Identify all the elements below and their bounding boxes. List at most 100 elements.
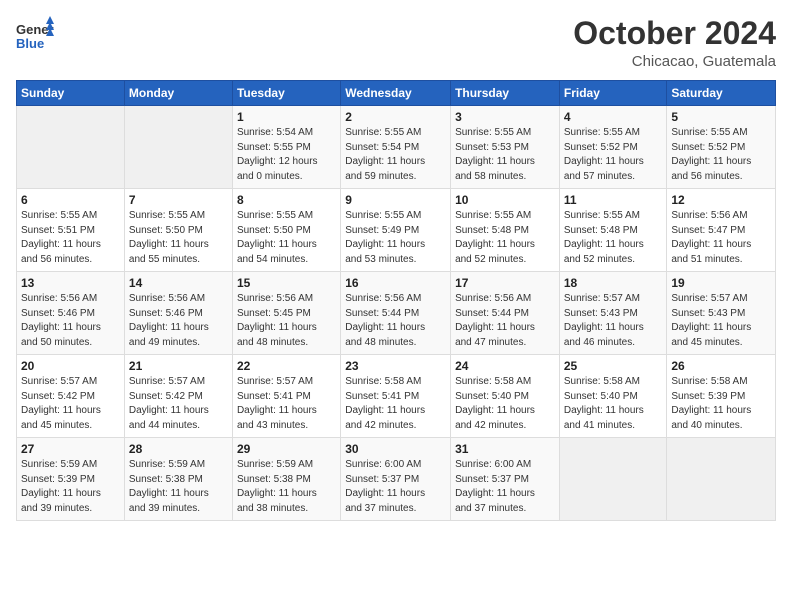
calendar-week-row: 1 Sunrise: 5:54 AM Sunset: 5:55 PM Daylig… — [17, 106, 776, 189]
day-detail: Sunrise: 5:55 AM Sunset: 5:50 PM Dayligh… — [129, 209, 228, 267]
calendar-cell: 31 Sunrise: 6:00 AM Sunset: 5:37 PM Dayli… — [451, 438, 560, 521]
day-detail: Sunrise: 5:55 AM Sunset: 5:52 PM Dayligh… — [671, 126, 771, 184]
day-number: 27 — [21, 442, 120, 456]
calendar-cell: 17Sunrise: 5:56 AM Sunset: 5:44 PM Dayli… — [451, 272, 560, 355]
day-detail: Sunrise: 6:00 AM Sunset: 5:37 PM Dayligh… — [455, 458, 555, 516]
calendar-cell: 13 Sunrise: 5:56 AM Sunset: 5:46 PM Dayli… — [17, 272, 125, 355]
day-detail: Sunrise: 5:58 AM Sunset: 5:40 PM Dayligh… — [564, 375, 663, 433]
calendar-cell: 4 Sunrise: 5:55 AM Sunset: 5:52 PM Daylig… — [559, 106, 667, 189]
calendar-cell: 18Sunrise: 5:57 AM Sunset: 5:43 PM Dayli… — [559, 272, 667, 355]
calendar-cell: 15 Sunrise: 5:56 AM Sunset: 5:45 PM Dayli… — [232, 272, 340, 355]
day-detail: Sunrise: 5:58 AM Sunset: 5:39 PM Dayligh… — [671, 375, 771, 433]
calendar-cell: 2Sunrise: 5:55 AM Sunset: 5:54 PM Daylig… — [341, 106, 451, 189]
day-number: 16 — [345, 276, 446, 290]
day-number: 14 — [129, 276, 228, 290]
day-number: 18 — [564, 276, 663, 290]
day-detail: Sunrise: 5:56 AM Sunset: 5:47 PM Dayligh… — [671, 209, 771, 267]
day-number: 3 — [455, 110, 555, 124]
day-detail: Sunrise: 5:56 AM Sunset: 5:45 PM Dayligh… — [237, 292, 336, 350]
calendar-cell — [667, 438, 776, 521]
day-detail: Sunrise: 5:55 AM Sunset: 5:50 PM Dayligh… — [237, 209, 336, 267]
day-detail: Sunrise: 5:57 AM Sunset: 5:43 PM Dayligh… — [671, 292, 771, 350]
calendar-cell: 29Sunrise: 5:59 AM Sunset: 5:38 PM Dayli… — [232, 438, 340, 521]
day-detail: Sunrise: 5:57 AM Sunset: 5:42 PM Dayligh… — [129, 375, 228, 433]
calendar-week-row: 27 Sunrise: 5:59 AM Sunset: 5:39 PM Dayli… — [17, 438, 776, 521]
day-number: 5 — [671, 110, 771, 124]
calendar-week-row: 13 Sunrise: 5:56 AM Sunset: 5:46 PM Dayli… — [17, 272, 776, 355]
calendar-cell — [124, 106, 232, 189]
calendar-cell: 12Sunrise: 5:56 AM Sunset: 5:47 PM Dayli… — [667, 189, 776, 272]
day-detail: Sunrise: 5:59 AM Sunset: 5:39 PM Dayligh… — [21, 458, 120, 516]
title-block: October 2024 Chicacao, Guatemala — [573, 16, 776, 70]
day-detail: Sunrise: 5:54 AM Sunset: 5:55 PM Dayligh… — [237, 126, 336, 184]
day-detail: Sunrise: 5:58 AM Sunset: 5:41 PM Dayligh… — [345, 375, 446, 433]
calendar-cell: 9Sunrise: 5:55 AM Sunset: 5:49 PM Daylig… — [341, 189, 451, 272]
calendar-cell: 10 Sunrise: 5:55 AM Sunset: 5:48 PM Dayli… — [451, 189, 560, 272]
day-number: 30 — [345, 442, 446, 456]
day-number: 25 — [564, 359, 663, 373]
day-detail: Sunrise: 5:55 AM Sunset: 5:52 PM Dayligh… — [564, 126, 663, 184]
day-number: 20 — [21, 359, 120, 373]
day-number: 6 — [21, 193, 120, 207]
day-detail: Sunrise: 5:55 AM Sunset: 5:51 PM Dayligh… — [21, 209, 120, 267]
day-detail: Sunrise: 5:57 AM Sunset: 5:42 PM Dayligh… — [21, 375, 120, 433]
calendar-week-row: 6 Sunrise: 5:55 AM Sunset: 5:51 PM Daylig… — [17, 189, 776, 272]
day-detail: Sunrise: 5:56 AM Sunset: 5:46 PM Dayligh… — [21, 292, 120, 350]
calendar-cell: 30 Sunrise: 6:00 AM Sunset: 5:37 PM Dayli… — [341, 438, 451, 521]
calendar-cell: 28 Sunrise: 5:59 AM Sunset: 5:38 PM Dayli… — [124, 438, 232, 521]
calendar-cell: 1 Sunrise: 5:54 AM Sunset: 5:55 PM Daylig… — [232, 106, 340, 189]
day-number: 8 — [237, 193, 336, 207]
day-number: 10 — [455, 193, 555, 207]
day-number: 17 — [455, 276, 555, 290]
calendar-cell: 24 Sunrise: 5:58 AM Sunset: 5:40 PM Dayli… — [451, 355, 560, 438]
day-detail: Sunrise: 5:55 AM Sunset: 5:48 PM Dayligh… — [564, 209, 663, 267]
day-number: 23 — [345, 359, 446, 373]
calendar-cell: 16 Sunrise: 5:56 AM Sunset: 5:44 PM Dayli… — [341, 272, 451, 355]
day-detail: Sunrise: 6:00 AM Sunset: 5:37 PM Dayligh… — [345, 458, 446, 516]
header: General Blue October 2024 Chicacao, Guat… — [16, 16, 776, 70]
calendar-cell: 7 Sunrise: 5:55 AM Sunset: 5:50 PM Daylig… — [124, 189, 232, 272]
day-detail: Sunrise: 5:55 AM Sunset: 5:48 PM Dayligh… — [455, 209, 555, 267]
calendar-cell: 25 Sunrise: 5:58 AM Sunset: 5:40 PM Dayli… — [559, 355, 667, 438]
calendar-cell: 19Sunrise: 5:57 AM Sunset: 5:43 PM Dayli… — [667, 272, 776, 355]
calendar-cell — [559, 438, 667, 521]
day-detail: Sunrise: 5:55 AM Sunset: 5:53 PM Dayligh… — [455, 126, 555, 184]
day-number: 4 — [564, 110, 663, 124]
logo: General Blue — [16, 16, 54, 59]
day-number: 1 — [237, 110, 336, 124]
day-number: 7 — [129, 193, 228, 207]
svg-text:Blue: Blue — [16, 36, 44, 51]
weekday-header: Tuesday — [232, 81, 340, 106]
weekday-header: Monday — [124, 81, 232, 106]
calendar-cell: 14Sunrise: 5:56 AM Sunset: 5:46 PM Dayli… — [124, 272, 232, 355]
calendar-cell: 21Sunrise: 5:57 AM Sunset: 5:42 PM Dayli… — [124, 355, 232, 438]
day-detail: Sunrise: 5:57 AM Sunset: 5:41 PM Dayligh… — [237, 375, 336, 433]
day-number: 13 — [21, 276, 120, 290]
calendar-header-row: SundayMondayTuesdayWednesdayThursdayFrid… — [17, 81, 776, 106]
day-number: 28 — [129, 442, 228, 456]
calendar-cell: 22Sunrise: 5:57 AM Sunset: 5:41 PM Dayli… — [232, 355, 340, 438]
page: General Blue October 2024 Chicacao, Guat… — [0, 0, 792, 612]
day-number: 11 — [564, 193, 663, 207]
calendar-cell: 27 Sunrise: 5:59 AM Sunset: 5:39 PM Dayli… — [17, 438, 125, 521]
weekday-header: Sunday — [17, 81, 125, 106]
day-detail: Sunrise: 5:59 AM Sunset: 5:38 PM Dayligh… — [129, 458, 228, 516]
day-number: 24 — [455, 359, 555, 373]
calendar-cell: 23 Sunrise: 5:58 AM Sunset: 5:41 PM Dayli… — [341, 355, 451, 438]
calendar-cell: 26Sunrise: 5:58 AM Sunset: 5:39 PM Dayli… — [667, 355, 776, 438]
calendar-week-row: 20 Sunrise: 5:57 AM Sunset: 5:42 PM Dayli… — [17, 355, 776, 438]
day-detail: Sunrise: 5:56 AM Sunset: 5:44 PM Dayligh… — [345, 292, 446, 350]
calendar-cell: 5 Sunrise: 5:55 AM Sunset: 5:52 PM Daylig… — [667, 106, 776, 189]
calendar-cell: 6 Sunrise: 5:55 AM Sunset: 5:51 PM Daylig… — [17, 189, 125, 272]
day-detail: Sunrise: 5:58 AM Sunset: 5:40 PM Dayligh… — [455, 375, 555, 433]
calendar-cell — [17, 106, 125, 189]
weekday-header: Friday — [559, 81, 667, 106]
logo-icon: General Blue — [16, 16, 54, 54]
weekday-header: Wednesday — [341, 81, 451, 106]
calendar-cell: 3 Sunrise: 5:55 AM Sunset: 5:53 PM Daylig… — [451, 106, 560, 189]
day-number: 9 — [345, 193, 446, 207]
day-number: 31 — [455, 442, 555, 456]
calendar: SundayMondayTuesdayWednesdayThursdayFrid… — [16, 80, 776, 521]
day-number: 15 — [237, 276, 336, 290]
day-number: 29 — [237, 442, 336, 456]
